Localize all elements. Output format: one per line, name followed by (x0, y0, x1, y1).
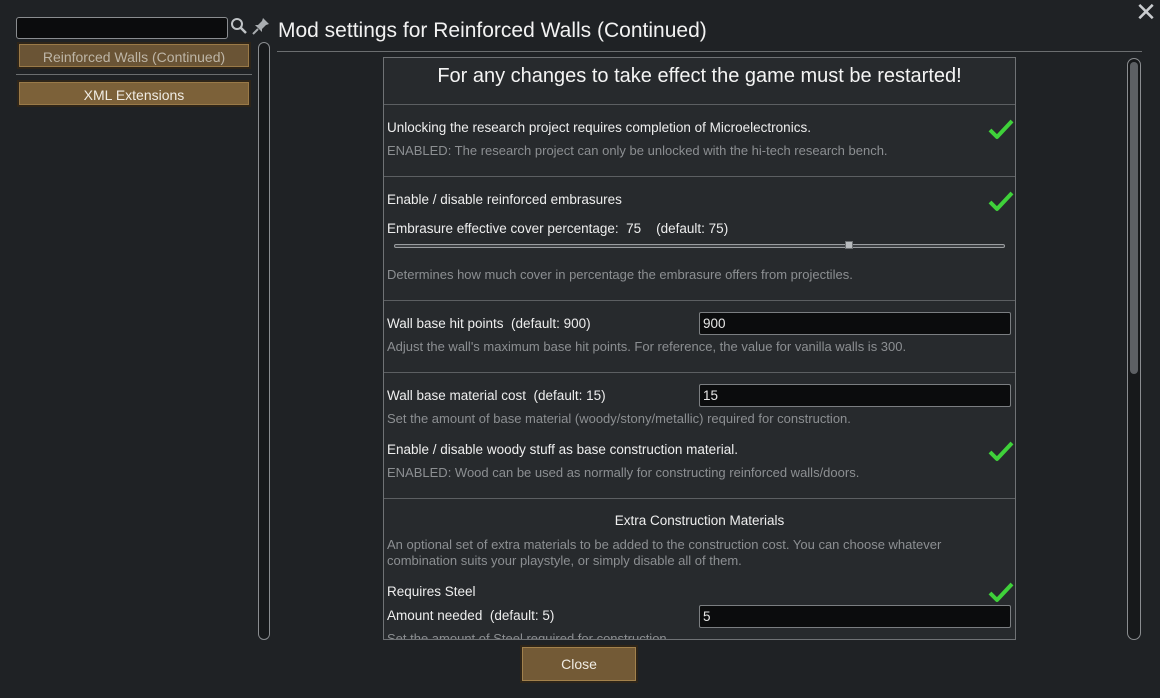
woody-material-description: ENABLED: Wood can be used as normally fo… (387, 465, 860, 480)
requires-steel-checkbox[interactable] (988, 581, 1014, 603)
steel-amount-description: Set the amount of Steel required for con… (387, 631, 671, 640)
title-divider (277, 51, 1142, 52)
embrasure-cover-description: Determines how much cover in percentage … (387, 267, 853, 282)
material-cost-label: Wall base material cost (default: 15) (387, 388, 606, 403)
extra-materials-heading: Extra Construction Materials (614, 513, 785, 528)
requires-steel-label: Requires Steel (387, 584, 476, 599)
section-divider (384, 498, 1015, 499)
hit-points-field[interactable] (699, 312, 1011, 335)
restart-warning: For any changes to take effect the game … (437, 65, 962, 87)
research-checkbox[interactable] (988, 118, 1014, 140)
close-button[interactable]: Close (520, 645, 638, 683)
section-divider (384, 300, 1015, 301)
hit-points-label: Wall base hit points (default: 900) (387, 316, 591, 331)
sidebar-divider (16, 74, 252, 75)
woody-material-checkbox[interactable] (988, 440, 1014, 462)
embrasure-cover-slider-handle[interactable] (845, 241, 854, 249)
hit-points-description: Adjust the wall's maximum base hit point… (387, 339, 907, 354)
extra-materials-description-line2: combination suits your playstyle, or sim… (387, 553, 742, 568)
extra-materials-description-line1: An optional set of extra materials to be… (387, 537, 942, 552)
mod-list-item-xml-extensions[interactable]: XML Extensions (17, 80, 251, 107)
material-cost-field[interactable] (699, 384, 1011, 407)
page-title: Mod settings for Reinforced Walls (Conti… (278, 19, 707, 42)
sidebar-scrollbar[interactable] (258, 42, 270, 640)
settings-panel: For any changes to take effect the game … (383, 57, 1016, 640)
research-setting-description: ENABLED: The research project can only b… (387, 143, 888, 158)
mod-search-input[interactable] (16, 17, 228, 39)
research-setting-label: Unlocking the research project requires … (387, 120, 811, 135)
embrasure-cover-slider[interactable] (394, 244, 1005, 248)
mod-list-item-reinforced-walls[interactable]: Reinforced Walls (Continued) (17, 42, 251, 69)
magnifier-icon[interactable] (229, 17, 249, 39)
settings-scrollbar-thumb[interactable] (1130, 62, 1138, 374)
steel-amount-label: Amount needed (default: 5) (387, 608, 555, 623)
woody-material-label: Enable / disable woody stuff as base con… (387, 442, 738, 457)
section-divider (384, 176, 1015, 177)
material-cost-description: Set the amount of base material (woody/s… (387, 411, 851, 426)
pin-icon[interactable] (251, 17, 271, 39)
section-divider (384, 104, 1015, 105)
section-divider (384, 372, 1015, 373)
close-icon[interactable]: ✕ (1134, 0, 1158, 25)
embrasure-checkbox[interactable] (988, 190, 1014, 212)
steel-amount-field[interactable] (699, 605, 1011, 628)
embrasure-toggle-label: Enable / disable reinforced embrasures (387, 192, 622, 207)
embrasure-cover-label: Embrasure effective cover percentage: 75… (387, 221, 729, 236)
